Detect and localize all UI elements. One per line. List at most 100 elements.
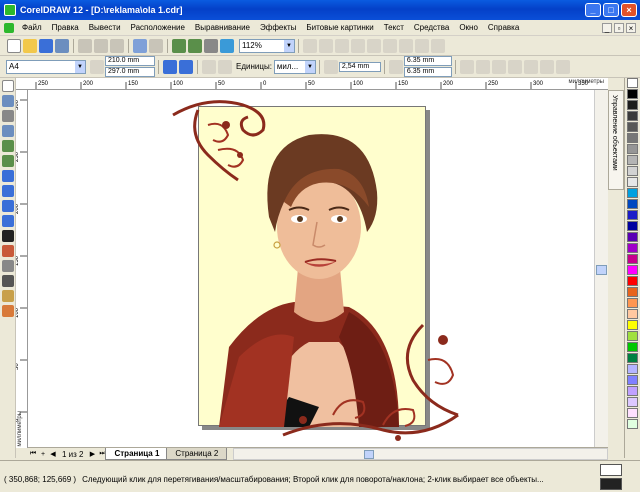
snap-grid-icon[interactable]: [459, 59, 474, 74]
treat-as-filled-icon[interactable]: [523, 59, 538, 74]
palette-swatch[interactable]: [627, 342, 638, 352]
horizontal-scroll-thumb[interactable]: [364, 450, 375, 459]
palette-swatch[interactable]: [627, 122, 638, 132]
draw-scale-icon[interactable]: [539, 59, 554, 74]
redo-icon[interactable]: [149, 38, 163, 53]
palette-swatch[interactable]: [627, 408, 638, 418]
document-icon[interactable]: [4, 22, 14, 33]
palette-swatch[interactable]: [627, 221, 638, 231]
application-launcher-icon[interactable]: [204, 38, 218, 53]
fill-indicator[interactable]: [600, 464, 622, 476]
duplicate-y-field[interactable]: 6.35 mm: [403, 67, 452, 77]
eyedropper-tool-icon[interactable]: [2, 260, 14, 272]
palette-swatch[interactable]: [627, 100, 638, 110]
zoom-combo[interactable]: 112% ▼: [239, 38, 295, 53]
vertical-scrollbar[interactable]: [594, 90, 608, 447]
snap-guidelines-icon[interactable]: [475, 59, 490, 74]
transform-icon[interactable]: [383, 38, 397, 53]
options-icon[interactable]: [555, 59, 570, 74]
menu-effects[interactable]: Эффекты: [255, 23, 301, 32]
rectangle-tool-icon[interactable]: [2, 170, 14, 182]
next-page-icon[interactable]: ▶: [87, 450, 97, 458]
all-pages-icon[interactable]: [202, 59, 216, 74]
paper-type-combo[interactable]: A4 ▼: [6, 59, 86, 74]
horizontal-ruler[interactable]: 250 200 150 100 50 0 50 100 150 200 250 300 350 милл…: [16, 78, 608, 90]
options-icon[interactable]: [335, 38, 349, 53]
ornament-top-left[interactable]: [168, 95, 278, 185]
export-icon[interactable]: [188, 38, 202, 53]
palette-swatch[interactable]: [627, 397, 638, 407]
duplicate-x-field[interactable]: 6.35 mm: [403, 56, 452, 66]
palette-swatch[interactable]: [627, 298, 638, 308]
page-height-field[interactable]: 297.0 mm: [105, 67, 155, 77]
freehand-tool-icon[interactable]: [2, 140, 14, 152]
units-combo[interactable]: мил... ▼: [273, 59, 316, 74]
doc-minimize-button[interactable]: _: [602, 22, 612, 33]
palette-swatch[interactable]: [627, 78, 638, 88]
polygon-tool-icon[interactable]: [2, 200, 14, 212]
vertical-ruler[interactable]: 300250200150100500 миллиметры: [16, 90, 28, 448]
outline-tool-icon[interactable]: [2, 275, 14, 287]
new-icon[interactable]: [7, 38, 21, 53]
interactive-fill-icon[interactable]: [2, 305, 14, 317]
palette-swatch[interactable]: [627, 133, 638, 143]
import-icon[interactable]: [172, 38, 186, 53]
prev-page-icon[interactable]: ◀: [48, 450, 58, 458]
menu-arrange[interactable]: Выравнивание: [190, 23, 255, 32]
tab-page-1[interactable]: Страница 1: [105, 448, 169, 460]
copy-icon[interactable]: [94, 38, 108, 53]
menu-edit[interactable]: Правка: [47, 23, 84, 32]
palette-swatch[interactable]: [627, 386, 638, 396]
palette-swatch[interactable]: [627, 199, 638, 209]
palette-swatch[interactable]: [627, 144, 638, 154]
menu-view[interactable]: Вывести: [84, 23, 126, 32]
basic-shapes-icon[interactable]: [2, 215, 14, 227]
fill-tool-icon[interactable]: [2, 290, 14, 302]
palette-swatch[interactable]: [627, 177, 638, 187]
palette-swatch[interactable]: [627, 188, 638, 198]
first-page-icon[interactable]: ⏮: [28, 450, 38, 458]
ornament-bottom-right[interactable]: [273, 320, 473, 445]
landscape-icon[interactable]: [179, 59, 193, 74]
vertical-scroll-thumb[interactable]: [596, 265, 607, 275]
chevron-down-icon[interactable]: ▼: [304, 60, 315, 73]
pick-tool-icon[interactable]: [2, 80, 14, 92]
menu-tools[interactable]: Средства: [409, 23, 454, 32]
knife-tool-icon[interactable]: [2, 110, 14, 122]
guidelines-icon[interactable]: [319, 38, 333, 53]
menu-file[interactable]: Файл: [17, 23, 47, 32]
tab-page-2[interactable]: Страница 2: [166, 448, 228, 460]
open-icon[interactable]: [23, 38, 37, 53]
drawing-canvas[interactable]: [28, 90, 594, 447]
palette-swatch[interactable]: [627, 243, 638, 253]
menu-text[interactable]: Текст: [379, 23, 409, 32]
palette-swatch[interactable]: [627, 331, 638, 341]
palette-swatch[interactable]: [627, 210, 638, 220]
palette-swatch[interactable]: [627, 111, 638, 121]
menu-help[interactable]: Справка: [483, 23, 524, 32]
palette-swatch[interactable]: [627, 232, 638, 242]
save-icon[interactable]: [39, 38, 53, 53]
shape-icon[interactable]: [367, 38, 381, 53]
page-width-field[interactable]: 210.0 mm: [105, 56, 155, 66]
palette-swatch[interactable]: [627, 320, 638, 330]
snap-icon[interactable]: [303, 38, 317, 53]
palette-swatch[interactable]: [627, 89, 638, 99]
palette-swatch[interactable]: [627, 353, 638, 363]
portrait-icon[interactable]: [163, 59, 177, 74]
nudge-field[interactable]: 2,54 mm: [338, 61, 381, 72]
close-button[interactable]: ×: [621, 3, 637, 17]
palette-swatch[interactable]: [627, 364, 638, 374]
snap-objects-icon[interactable]: [491, 59, 506, 74]
smart-fill-icon[interactable]: [2, 155, 14, 167]
menu-bitmaps[interactable]: Битовые картинки: [301, 23, 378, 32]
palette-swatch[interactable]: [627, 265, 638, 275]
zoom-tool-icon[interactable]: [2, 125, 14, 137]
corel-online-icon[interactable]: [220, 38, 234, 53]
palette-swatch[interactable]: [627, 419, 638, 429]
palette-swatch[interactable]: [627, 254, 638, 264]
palette-swatch[interactable]: [627, 166, 638, 176]
symbol-icon[interactable]: [415, 38, 429, 53]
undo-icon[interactable]: [133, 38, 147, 53]
chevron-down-icon[interactable]: ▼: [75, 60, 85, 73]
